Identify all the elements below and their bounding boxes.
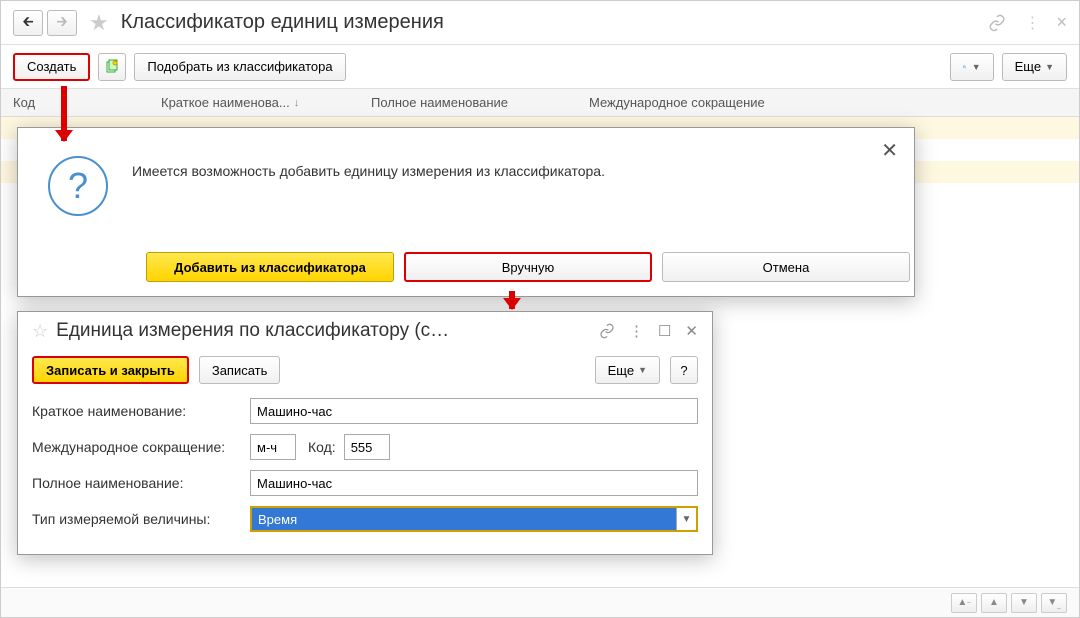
type-select[interactable]: ▼	[250, 506, 698, 532]
full-name-label: Полное наименование:	[32, 475, 250, 491]
dialog-message: Имеется возможность добавить единицу изм…	[132, 142, 605, 216]
add-from-classifier-button[interactable]: Добавить из классификатора	[146, 252, 394, 282]
form-title: Единица измерения по классификатору (с…	[56, 320, 591, 342]
copy-button[interactable]	[98, 53, 126, 81]
form-close-button[interactable]: ✕	[685, 322, 698, 340]
nav-down-button[interactable]: ▼	[1011, 593, 1037, 613]
column-code[interactable]: Код	[13, 95, 161, 110]
form-body: Краткое наименование: Международное сокр…	[18, 390, 712, 550]
search-button[interactable]: ▼	[950, 53, 994, 81]
link-icon[interactable]	[988, 14, 1006, 32]
create-button[interactable]: Создать	[13, 53, 90, 81]
help-button[interactable]: ?	[670, 356, 698, 384]
favorite-star-icon[interactable]: ★	[89, 10, 109, 36]
short-name-label: Краткое наименование:	[32, 403, 250, 419]
column-short-name[interactable]: Краткое наименова...↓	[161, 95, 371, 110]
nav-back-button[interactable]: 🡰	[13, 10, 43, 36]
edit-form-dialog: ☆ Единица измерения по классификатору (с…	[17, 311, 713, 555]
toolbar: Создать Подобрать из классификатора ▼ Ещ…	[1, 45, 1079, 89]
choice-dialog: ✕ ? Имеется возможность добавить единицу…	[17, 127, 915, 297]
save-and-close-button[interactable]: Записать и закрыть	[32, 356, 189, 384]
grid-header: Код Краткое наименова...↓ Полное наимено…	[1, 89, 1079, 117]
form-titlebar: ☆ Единица измерения по классификатору (с…	[18, 312, 712, 350]
nav-forward-button[interactable]: 🡲	[47, 10, 77, 36]
nav-top-button[interactable]: ▲_	[951, 593, 977, 613]
sort-arrow-icon: ↓	[294, 97, 300, 109]
form-toolbar: Записать и закрыть Записать Еще ▼ ?	[18, 350, 712, 390]
annotation-arrow	[61, 86, 67, 141]
nav-bottom-button[interactable]: ▼_	[1041, 593, 1067, 613]
code-input[interactable]	[344, 434, 390, 460]
dialog-close-button[interactable]: ✕	[881, 138, 898, 163]
form-more-button[interactable]: Еще ▼	[595, 356, 660, 384]
type-label: Тип измеряемой величины:	[32, 511, 250, 527]
code-label: Код:	[308, 439, 336, 455]
short-name-input[interactable]	[250, 398, 698, 424]
grid-footer-nav: ▲_ ▲ ▼ ▼_	[1, 587, 1079, 617]
more-dots-icon[interactable]: ⋮	[1024, 13, 1038, 33]
more-button[interactable]: Еще ▼	[1002, 53, 1067, 81]
cancel-button[interactable]: Отмена	[662, 252, 910, 282]
form-more-dots-icon[interactable]: ⋮	[629, 322, 644, 340]
form-link-icon[interactable]	[599, 323, 615, 339]
save-button[interactable]: Записать	[199, 356, 281, 384]
form-favorite-star-icon[interactable]: ☆	[32, 321, 48, 342]
column-full-name[interactable]: Полное наименование	[371, 95, 589, 110]
titlebar: 🡰 🡲 ★ Классификатор единиц измерения ⋮ ×	[1, 1, 1079, 45]
type-select-value[interactable]	[252, 508, 676, 530]
manual-button[interactable]: Вручную	[404, 252, 652, 282]
form-maximize-button[interactable]: ☐	[658, 322, 671, 340]
intl-abbrev-input[interactable]	[250, 434, 296, 460]
more-button-label: Еще	[1015, 59, 1041, 74]
annotation-arrow	[509, 291, 515, 309]
nav-up-button[interactable]: ▲	[981, 593, 1007, 613]
column-intl[interactable]: Международное сокращение	[589, 95, 1067, 110]
close-window-button[interactable]: ×	[1056, 12, 1067, 33]
pick-from-classifier-button[interactable]: Подобрать из классификатора	[134, 53, 345, 81]
chevron-down-icon[interactable]: ▼	[676, 508, 696, 530]
main-window: 🡰 🡲 ★ Классификатор единиц измерения ⋮ ×…	[0, 0, 1080, 618]
window-title: Классификатор единиц измерения	[121, 11, 985, 34]
full-name-input[interactable]	[250, 470, 698, 496]
intl-abbrev-label: Международное сокращение:	[32, 439, 250, 455]
question-icon: ?	[48, 156, 108, 216]
form-more-label: Еще	[608, 363, 634, 378]
